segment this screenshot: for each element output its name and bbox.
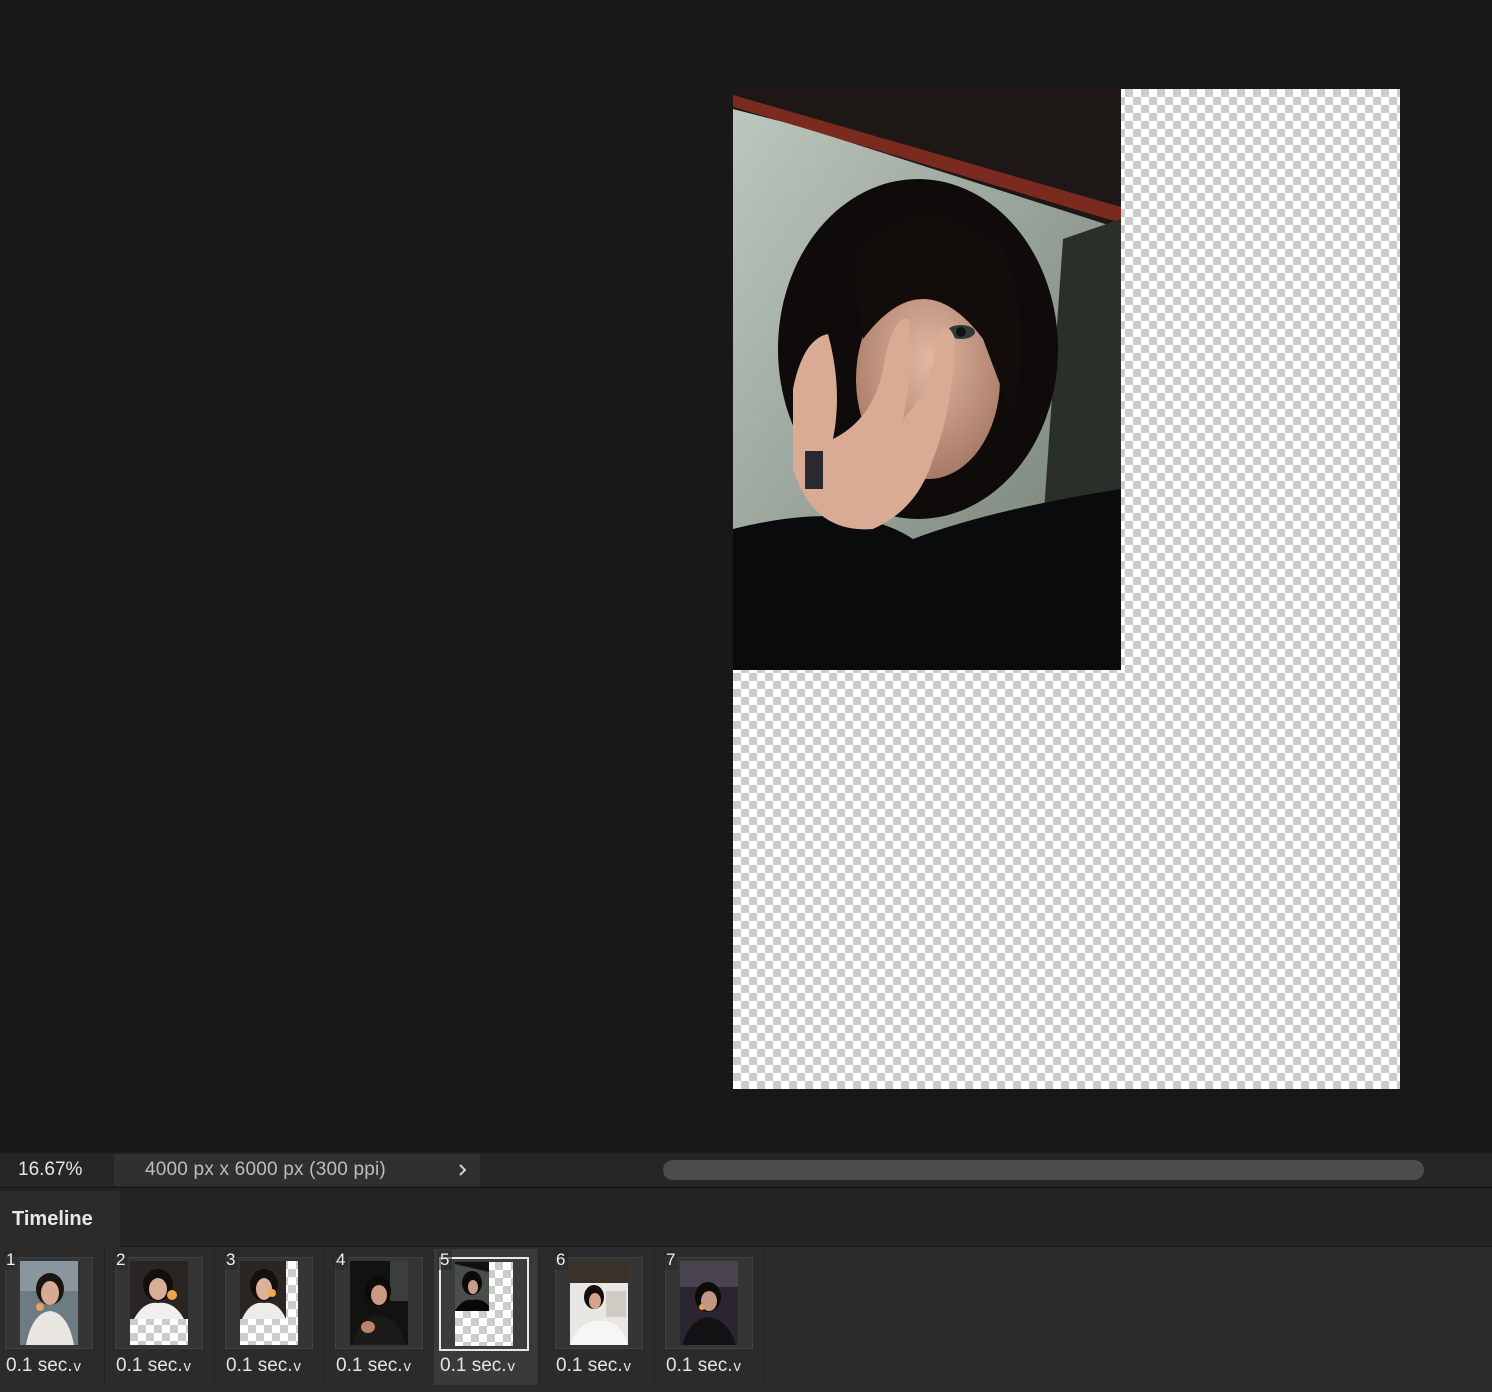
frame-delay-dropdown[interactable]: 0.1 sec.v bbox=[116, 1354, 191, 1379]
canvas-layer-photo[interactable] bbox=[733, 89, 1121, 670]
document-size-label: 4000 px x 6000 px (300 ppi) bbox=[145, 1159, 386, 1180]
chevron-down-icon: v bbox=[183, 1358, 192, 1375]
frame-delay-dropdown[interactable]: 0.1 sec.v bbox=[336, 1354, 411, 1379]
frame-delay-value: 0.1 sec. bbox=[556, 1355, 623, 1376]
frame-number: 1 bbox=[3, 1250, 19, 1270]
chevron-down-icon: v bbox=[507, 1358, 516, 1375]
frame-number: 3 bbox=[223, 1250, 239, 1270]
frame-delay-value: 0.1 sec. bbox=[440, 1355, 507, 1376]
frame-thumbnail-box[interactable] bbox=[335, 1257, 423, 1349]
frame-thumbnail bbox=[680, 1261, 738, 1345]
frame-delay-dropdown[interactable]: 0.1 sec.v bbox=[556, 1354, 631, 1379]
tab-timeline[interactable]: Timeline bbox=[0, 1191, 120, 1247]
horizontal-scrollbar[interactable] bbox=[663, 1160, 1424, 1180]
timeline-frame-6[interactable]: 6 0.1 sec.v bbox=[550, 1249, 655, 1385]
chevron-down-icon: v bbox=[403, 1358, 412, 1375]
frame-thumbnail-box[interactable] bbox=[665, 1257, 753, 1349]
document-canvas[interactable] bbox=[733, 89, 1400, 1089]
frame-number: 6 bbox=[553, 1250, 569, 1270]
frame-number: 5 bbox=[437, 1250, 453, 1270]
frame-delay-dropdown[interactable]: 0.1 sec.v bbox=[440, 1354, 515, 1379]
document-info-field[interactable]: 4000 px x 6000 px (300 ppi) bbox=[114, 1154, 480, 1186]
frames-strip: 1 0.1 sec.v 2 0.1 sec.v 3 0.1 sec.v 4 0.… bbox=[0, 1249, 1492, 1389]
frame-thumbnail bbox=[570, 1261, 628, 1345]
frame-thumbnail bbox=[240, 1261, 298, 1345]
chevron-down-icon: v bbox=[73, 1358, 82, 1375]
status-bar: 16.67% 4000 px x 6000 px (300 ppi) bbox=[0, 1152, 1492, 1187]
frame-thumbnail-box[interactable] bbox=[115, 1257, 203, 1349]
timeline-frame-1[interactable]: 1 0.1 sec.v bbox=[0, 1249, 105, 1385]
timeline-tab-label: Timeline bbox=[12, 1208, 93, 1230]
frame-delay-value: 0.1 sec. bbox=[336, 1355, 403, 1376]
chevron-down-icon: v bbox=[623, 1358, 632, 1375]
frame-thumbnail bbox=[130, 1261, 188, 1345]
frame-thumbnail-box[interactable] bbox=[225, 1257, 313, 1349]
timeline-frame-4[interactable]: 4 0.1 sec.v bbox=[330, 1249, 435, 1385]
frame-thumbnail-box[interactable] bbox=[555, 1257, 643, 1349]
chevron-down-icon: v bbox=[293, 1358, 302, 1375]
frame-delay-value: 0.1 sec. bbox=[226, 1355, 293, 1376]
frame-thumbnail bbox=[455, 1262, 513, 1346]
frame-delay-value: 0.1 sec. bbox=[116, 1355, 183, 1376]
chevron-down-icon: v bbox=[733, 1358, 742, 1375]
portrait-photo bbox=[733, 89, 1121, 670]
timeline-frame-7[interactable]: 7 0.1 sec.v bbox=[660, 1249, 765, 1385]
zoom-level[interactable]: 16.67% bbox=[18, 1153, 82, 1187]
frame-thumbnail bbox=[20, 1261, 78, 1345]
timeline-frame-2[interactable]: 2 0.1 sec.v bbox=[110, 1249, 215, 1385]
chevron-right-icon[interactable] bbox=[454, 1154, 472, 1186]
canvas-workspace[interactable] bbox=[0, 0, 1492, 1152]
timeline-frame-3[interactable]: 3 0.1 sec.v bbox=[220, 1249, 325, 1385]
frame-delay-dropdown[interactable]: 0.1 sec.v bbox=[226, 1354, 301, 1379]
frame-delay-value: 0.1 sec. bbox=[6, 1355, 73, 1376]
frame-number: 7 bbox=[663, 1250, 679, 1270]
frame-number: 4 bbox=[333, 1250, 349, 1270]
frame-thumbnail-box[interactable] bbox=[5, 1257, 93, 1349]
timeline-frame-5[interactable]: 5 0.1 sec.v bbox=[434, 1249, 539, 1385]
photoshop-window: 16.67% 4000 px x 6000 px (300 ppi) Timel… bbox=[0, 0, 1492, 1392]
frame-delay-value: 0.1 sec. bbox=[666, 1355, 733, 1376]
frame-thumbnail-box[interactable] bbox=[439, 1257, 529, 1351]
frame-thumbnail bbox=[350, 1261, 408, 1345]
frame-delay-dropdown[interactable]: 0.1 sec.v bbox=[6, 1354, 81, 1379]
frame-number: 2 bbox=[113, 1250, 129, 1270]
frame-delay-dropdown[interactable]: 0.1 sec.v bbox=[666, 1354, 741, 1379]
timeline-tab-bar: Timeline bbox=[0, 1187, 1492, 1247]
timeline-panel: Timeline 1 0.1 sec.v 2 0.1 sec.v 3 0.1 s… bbox=[0, 1187, 1492, 1392]
